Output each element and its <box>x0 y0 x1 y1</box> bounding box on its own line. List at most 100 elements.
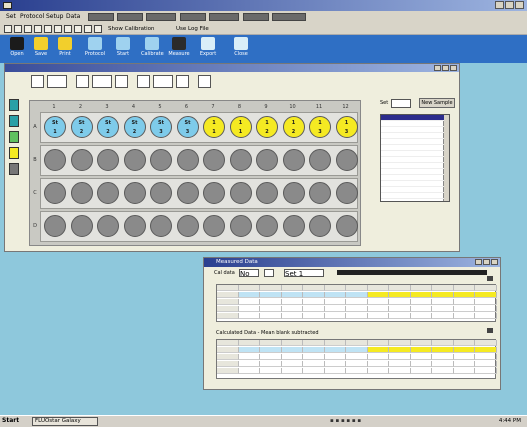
start-button[interactable]: Start <box>112 37 134 61</box>
table-cell[interactable] <box>324 361 346 367</box>
table-cell[interactable] <box>281 299 303 305</box>
well[interactable] <box>203 215 225 237</box>
well[interactable] <box>150 215 172 237</box>
well[interactable] <box>44 182 66 204</box>
column-header[interactable]: 2 <box>70 104 92 110</box>
well[interactable] <box>150 149 172 171</box>
grid-view-icon[interactable] <box>47 75 67 88</box>
measured-data-table[interactable] <box>216 284 497 322</box>
measured-minimize-button[interactable] <box>475 259 482 265</box>
well[interactable] <box>229 149 252 171</box>
calculated-data-table[interactable] <box>216 339 497 379</box>
taskbar-app-button[interactable]: FLUOstar Galaxy <box>32 417 98 426</box>
well[interactable] <box>44 149 66 171</box>
table-cell[interactable] <box>432 306 454 312</box>
well[interactable]: 12 <box>256 116 278 138</box>
menu-field-1[interactable] <box>88 13 114 21</box>
table-cell[interactable] <box>260 368 282 374</box>
table-cell[interactable] <box>303 313 325 319</box>
table-cell[interactable] <box>238 361 260 367</box>
table-header-cell[interactable] <box>303 340 325 346</box>
table-cell[interactable] <box>410 354 432 360</box>
copy-icon[interactable] <box>44 25 52 33</box>
table-cell[interactable] <box>238 313 260 319</box>
well[interactable] <box>123 149 146 171</box>
table-cell[interactable] <box>346 292 368 298</box>
well[interactable]: 13 <box>335 116 358 138</box>
sample-type-icon[interactable] <box>137 75 150 88</box>
column-header[interactable]: 9 <box>255 104 277 110</box>
column-header[interactable]: 6 <box>176 104 198 110</box>
well[interactable] <box>97 215 119 237</box>
table-cell[interactable] <box>217 306 239 312</box>
table-cell[interactable] <box>432 361 454 367</box>
table-cell[interactable] <box>238 347 260 353</box>
table-cell[interactable] <box>475 368 497 374</box>
table-cell[interactable] <box>432 354 454 360</box>
table-cell[interactable] <box>475 361 497 367</box>
table-header-cell[interactable] <box>475 285 497 291</box>
table-cell[interactable] <box>260 313 282 319</box>
menu-data[interactable]: Data <box>66 13 80 20</box>
table-cell[interactable] <box>367 313 389 319</box>
well[interactable] <box>256 149 278 171</box>
well[interactable] <box>70 182 93 204</box>
column-header[interactable]: 3 <box>96 104 118 110</box>
table-cell[interactable] <box>303 299 325 305</box>
set-select[interactable]: Set 1 <box>284 269 324 278</box>
table-cell[interactable] <box>346 299 368 305</box>
column-select-icon[interactable] <box>76 75 89 88</box>
table-cell[interactable] <box>281 354 303 360</box>
table-header-cell[interactable] <box>238 285 260 291</box>
export-button[interactable]: Export <box>197 37 219 61</box>
table-cell[interactable] <box>410 368 432 374</box>
well[interactable] <box>335 215 358 237</box>
table-cell[interactable] <box>260 347 282 353</box>
table-cell[interactable] <box>410 347 432 353</box>
column-header[interactable]: 4 <box>123 104 145 110</box>
save-button[interactable]: Save <box>30 37 52 61</box>
well[interactable] <box>309 215 331 237</box>
menu-set[interactable]: Set <box>6 13 16 20</box>
well[interactable] <box>70 149 93 171</box>
table-header-cell[interactable] <box>217 285 239 291</box>
well[interactable] <box>229 215 252 237</box>
table-cell[interactable] <box>475 292 497 298</box>
table-cell[interactable] <box>238 299 260 305</box>
table-cell[interactable] <box>217 313 239 319</box>
well[interactable] <box>123 182 146 204</box>
well[interactable] <box>123 215 146 237</box>
table-header-cell[interactable] <box>410 340 432 346</box>
table-cell[interactable] <box>410 299 432 305</box>
standard-sample-icon[interactable] <box>9 99 19 111</box>
well[interactable] <box>44 215 66 237</box>
table-cell[interactable] <box>346 347 368 353</box>
table-header-cell[interactable] <box>281 340 303 346</box>
table-cell[interactable] <box>453 313 475 319</box>
table-cell[interactable] <box>367 368 389 374</box>
undo-layout-icon[interactable] <box>198 75 211 88</box>
table-cell[interactable] <box>367 354 389 360</box>
well[interactable]: St 3 <box>150 116 172 138</box>
table-cell[interactable] <box>260 306 282 312</box>
maximize-button[interactable] <box>505 1 514 9</box>
table-cell[interactable] <box>260 361 282 367</box>
table-cell[interactable] <box>389 361 411 367</box>
table-cell[interactable] <box>367 306 389 312</box>
table-cell[interactable] <box>281 361 303 367</box>
well[interactable]: 13 <box>309 116 331 138</box>
table-cell[interactable] <box>389 292 411 298</box>
well[interactable] <box>203 149 225 171</box>
table-cell[interactable] <box>281 347 303 353</box>
well[interactable] <box>70 215 93 237</box>
table-cell[interactable] <box>346 368 368 374</box>
menu-field-2[interactable] <box>117 13 143 21</box>
table-cell[interactable] <box>281 368 303 374</box>
help-icon[interactable] <box>94 25 102 33</box>
table-cell[interactable] <box>238 368 260 374</box>
menu-field-5[interactable] <box>209 13 239 21</box>
menu-protocol[interactable]: Protocol <box>20 13 44 20</box>
table-header-cell[interactable] <box>238 340 260 346</box>
paste-icon[interactable] <box>54 25 62 33</box>
table-cell[interactable] <box>260 292 282 298</box>
